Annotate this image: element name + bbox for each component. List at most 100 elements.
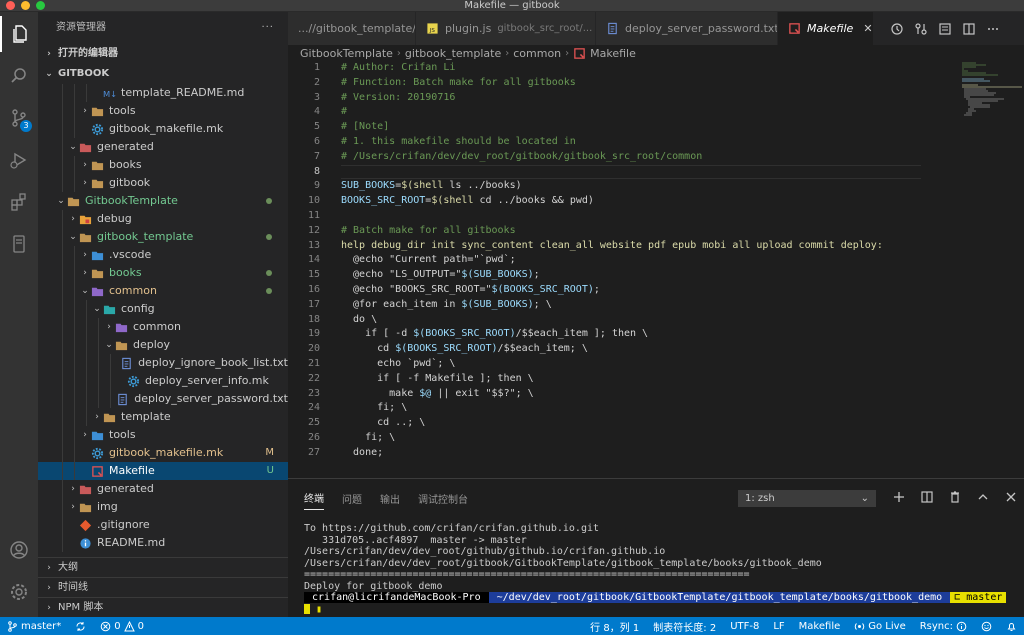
tree-file[interactable]: Makefile U — [38, 462, 288, 480]
explorer-icon[interactable] — [0, 16, 38, 52]
branch-status[interactable]: master* — [0, 621, 68, 632]
code-line[interactable]: make $@ || exit "$$?"; \ — [341, 387, 921, 402]
language-mode[interactable]: Makefile — [792, 619, 848, 634]
editor-tab[interactable]: deploy_server_password.txt — [596, 12, 778, 45]
breadcrumb-item[interactable]: gitbook_template — [405, 47, 501, 60]
gear-icon[interactable] — [0, 574, 38, 610]
code-line[interactable]: fi; \ — [341, 431, 921, 446]
tree-folder[interactable]: › tools — [38, 102, 288, 120]
tree-file[interactable]: deploy_server_password.txt — [38, 390, 288, 408]
tree-file[interactable]: deploy_ignore_book_list.txt — [38, 354, 288, 372]
new-terminal-icon[interactable] — [892, 490, 906, 504]
code-line[interactable]: cd ..; \ — [341, 416, 921, 431]
tree-file[interactable]: deploy_server_info.mk — [38, 372, 288, 390]
panel-tab[interactable]: 输出 — [380, 491, 400, 506]
split-editor-icon[interactable] — [962, 22, 976, 36]
source-control-icon[interactable]: 3 — [0, 100, 38, 136]
tree-folder[interactable]: › books — [38, 156, 288, 174]
tree-file[interactable]: gitbook_makefile.mk — [38, 120, 288, 138]
terminal-output[interactable]: To https://github.com/crifan/crifan.gith… — [304, 523, 1014, 615]
code-line[interactable]: # [Note] — [341, 120, 921, 135]
code-content[interactable]: # Author: Crifan Li # Function: Batch mak… — [341, 61, 921, 461]
tree-file[interactable]: gitbook_makefile.mk M — [38, 444, 288, 462]
code-line[interactable]: do \ — [341, 313, 921, 328]
extensions-icon[interactable] — [0, 184, 38, 220]
code-line[interactable]: SUB_BOOKS=$(shell ls ../books) — [341, 179, 921, 194]
tree-file[interactable]: README.md — [38, 534, 288, 552]
tree-folder[interactable]: ⌄ deploy — [38, 336, 288, 354]
code-line[interactable]: echo `pwd`; \ — [341, 357, 921, 372]
timeline-icon[interactable] — [890, 22, 904, 36]
terminal-select[interactable]: 1: zsh ⌄ — [738, 490, 876, 507]
tree-file[interactable]: M↓ template_README.md — [38, 84, 288, 102]
tree-folder[interactable]: › gitbook — [38, 174, 288, 192]
more-actions-button[interactable]: ··· — [261, 12, 274, 44]
run-debug-icon[interactable] — [0, 142, 38, 178]
code-line[interactable]: if [ -f Makefile ]; then \ — [341, 372, 921, 387]
sidebar-section[interactable]: › NPM 脚本 — [38, 597, 288, 617]
breadcrumb-item[interactable]: Makefile — [590, 47, 636, 60]
go-live-button[interactable]: Go Live — [847, 619, 912, 634]
breadcrumb-item[interactable]: GitbookTemplate — [300, 47, 393, 60]
more-icon[interactable] — [986, 22, 1000, 36]
code-line[interactable]: @echo "Current path="`pwd`; — [341, 253, 921, 268]
workspace-root-section[interactable]: ⌄ GITBOOK — [38, 64, 288, 84]
eol-status[interactable]: LF — [766, 619, 791, 634]
tree-folder[interactable]: ⌄ config — [38, 300, 288, 318]
sync-button[interactable] — [68, 621, 93, 632]
editor-tab[interactable]: ...//gitbook_template/... — [288, 12, 416, 45]
code-line[interactable]: # Function: Batch make for all gitbooks — [341, 76, 921, 91]
cursor-position[interactable]: 行 8，列 1 — [583, 619, 646, 634]
feedback-button[interactable] — [974, 619, 999, 634]
terminal-prompt[interactable]: crifan@licrifandeMacBook-Pro ~/dev/dev_r… — [304, 592, 1014, 604]
split-terminal-icon[interactable] — [920, 490, 934, 504]
editor-tab[interactable]: Makefile ✕ — [778, 12, 874, 45]
code-line[interactable]: # Batch make for all gitbooks — [341, 224, 921, 239]
preview-icon[interactable] — [938, 22, 952, 36]
editor-tab[interactable]: JS plugin.js gitbook_src_root/... — [416, 12, 596, 45]
code-line[interactable] — [341, 209, 921, 224]
code-line[interactable]: @for each_item in $(SUB_BOOKS); \ — [341, 298, 921, 313]
encoding-status[interactable]: UTF-8 — [723, 619, 766, 634]
tree-folder[interactable]: › template — [38, 408, 288, 426]
panel-tab[interactable]: 问题 — [342, 491, 362, 506]
code-line[interactable]: @echo "BOOKS_SRC_ROOT="$(BOOKS_SRC_ROOT)… — [341, 283, 921, 298]
tree-folder[interactable]: › tools — [38, 426, 288, 444]
terminal-cursor-line[interactable]: ▮ — [304, 603, 1014, 616]
rsync-status[interactable]: Rsync: — [913, 619, 974, 634]
trash-icon[interactable] — [948, 490, 962, 504]
tree-folder[interactable]: › common — [38, 318, 288, 336]
sidebar-section[interactable]: › 大纲 — [38, 557, 288, 577]
panel-tab[interactable]: 终端 — [304, 490, 324, 510]
code-line[interactable]: done; — [341, 446, 921, 461]
open-editors-section[interactable]: › 打开的编辑器 — [38, 44, 288, 64]
minimap[interactable] — [924, 61, 1024, 478]
tree-folder[interactable]: ⌄ generated — [38, 138, 288, 156]
close-panel-icon[interactable] — [1004, 490, 1018, 504]
code-line[interactable]: @echo "LS_OUTPUT="$(SUB_BOOKS); — [341, 268, 921, 283]
maximize-panel-icon[interactable] — [976, 490, 990, 504]
problems-status[interactable]: 0 0 — [93, 620, 151, 632]
tree-file[interactable]: .gitignore — [38, 516, 288, 534]
code-line[interactable]: # Author: Crifan Li — [341, 61, 921, 76]
panel-tab[interactable]: 调试控制台 — [418, 491, 468, 506]
open-changes-icon[interactable] — [914, 22, 928, 36]
tree-folder[interactable]: ⌄ common — [38, 282, 288, 300]
code-line[interactable]: # 1. this makefile should be located in — [341, 135, 921, 150]
tree-folder[interactable]: › generated — [38, 480, 288, 498]
tree-folder[interactable]: ⌄ gitbook_template — [38, 228, 288, 246]
account-icon[interactable] — [0, 532, 38, 568]
code-line[interactable]: BOOKS_SRC_ROOT=$(shell cd ../books && pw… — [341, 194, 921, 209]
search-icon[interactable] — [0, 58, 38, 94]
code-editor[interactable]: 1 2 3 4 5 6 7 8 9 10 11 12 13 14 15 16 17 18 19 20 21 22 23 24 2… — [288, 61, 1024, 478]
tree-folder[interactable]: › img — [38, 498, 288, 516]
code-line[interactable]: help debug_dir init sync_content clean_a… — [341, 239, 921, 254]
code-line[interactable]: if [ -d $(BOOKS_SRC_ROOT)/$$each_item ];… — [341, 327, 921, 342]
code-line[interactable]: # Version: 20190716 — [341, 91, 921, 106]
code-line[interactable] — [341, 164, 921, 180]
tree-folder[interactable]: ⌄ GitbookTemplate — [38, 192, 288, 210]
tree-folder[interactable]: › debug — [38, 210, 288, 228]
code-line[interactable]: fi; \ — [341, 401, 921, 416]
code-line[interactable]: # /Users/crifan/dev/dev_root/gitbook/git… — [341, 150, 921, 165]
close-tab-icon[interactable]: ✕ — [863, 22, 872, 35]
